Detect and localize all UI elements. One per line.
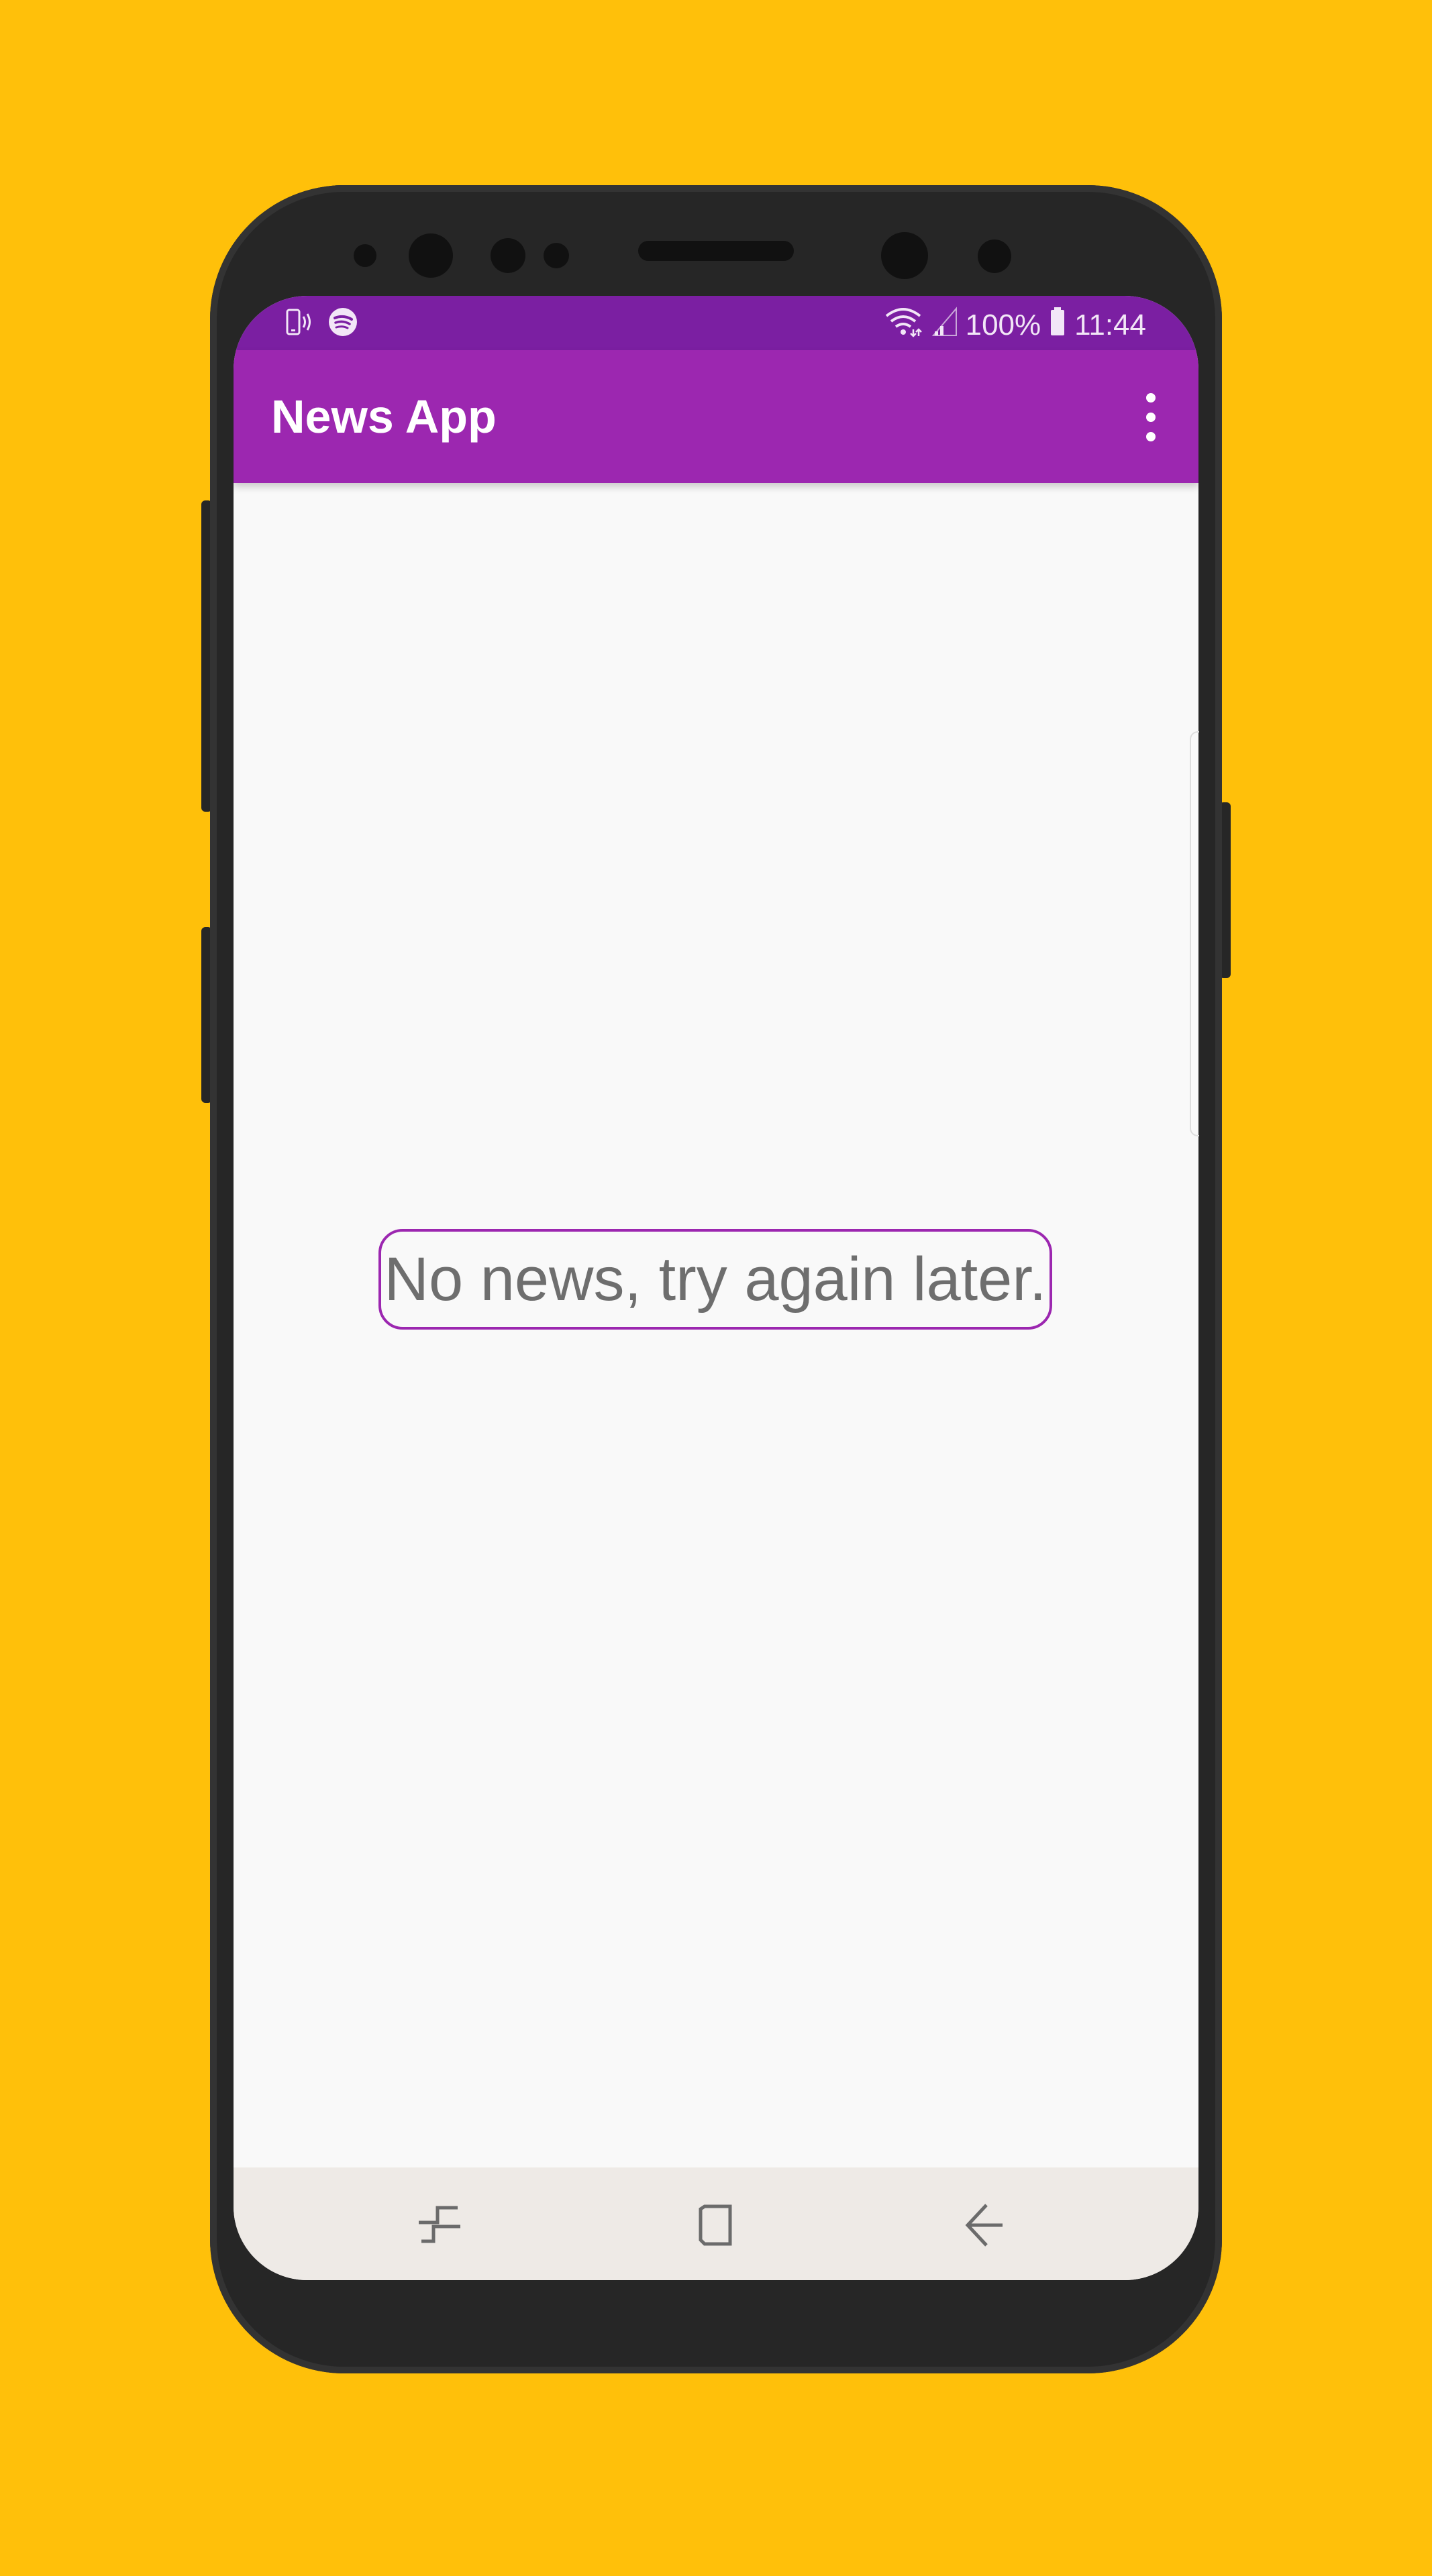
recents-icon[interactable] — [416, 2201, 476, 2248]
front-sensor-2 — [491, 238, 525, 273]
clock: 11:44 — [1074, 308, 1146, 341]
front-sensor-3 — [544, 243, 569, 268]
status-bar: 100% 11:44 — [234, 296, 1198, 350]
edge-panel-handle[interactable] — [1190, 731, 1199, 1136]
more-vert-icon[interactable] — [1141, 393, 1161, 441]
battery-percent: 100% — [965, 308, 1041, 341]
app-bar: News App — [234, 350, 1198, 483]
empty-state-message: No news, try again later. — [378, 1229, 1052, 1330]
wifi-icon — [884, 305, 923, 345]
spotify-icon — [327, 307, 358, 345]
front-sensor-4 — [978, 239, 1011, 273]
front-sensor-1 — [354, 244, 376, 267]
back-icon[interactable] — [956, 2201, 1016, 2248]
earpiece-speaker — [638, 241, 794, 261]
vibrate-phone-icon — [283, 307, 313, 344]
app-title: News App — [271, 390, 497, 443]
battery-icon — [1049, 306, 1066, 344]
status-right-icons: 100% 11:44 — [884, 305, 1146, 345]
signal-icon — [931, 306, 958, 344]
status-left-icons — [283, 307, 358, 345]
iris-scanner — [881, 232, 928, 279]
home-icon[interactable] — [686, 2201, 746, 2248]
navigation-bar — [234, 2167, 1198, 2280]
front-camera — [409, 233, 453, 278]
phone-screen: 100% 11:44 News App No news, try again l… — [234, 296, 1198, 2280]
